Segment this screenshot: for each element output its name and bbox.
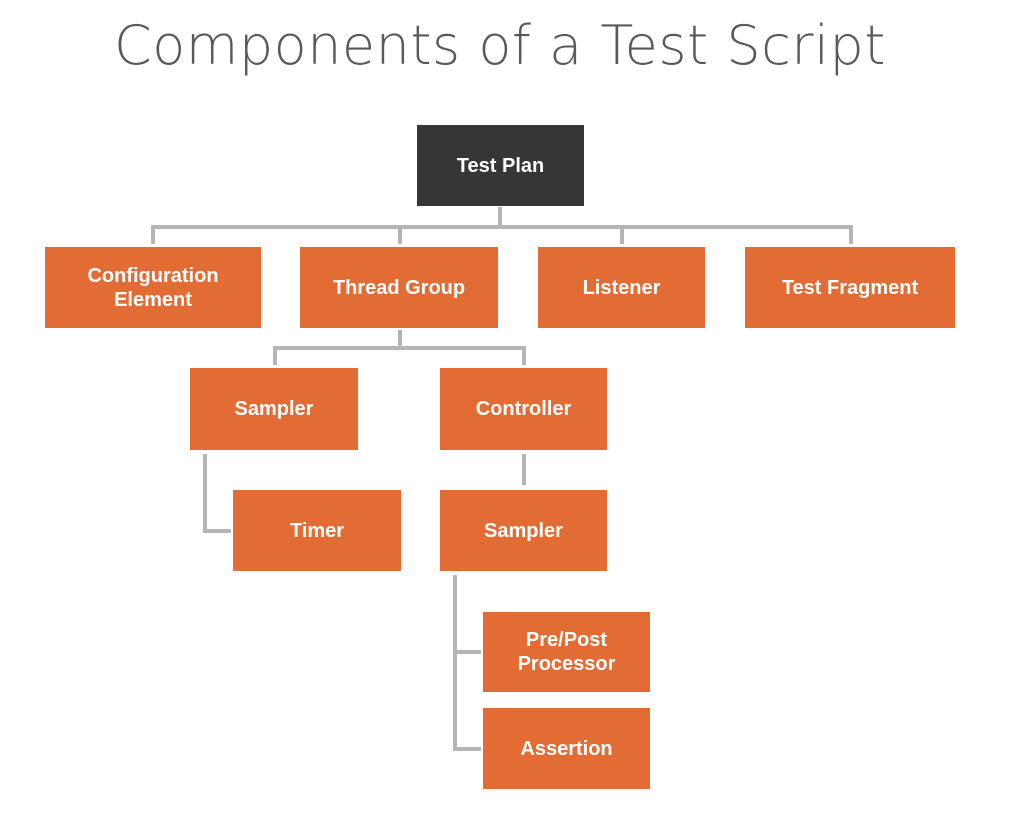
connector-config-drop	[151, 225, 155, 244]
connector-thread-bar	[273, 346, 526, 350]
node-test-plan: Test Plan	[417, 125, 584, 206]
node-controller-sampler: Sampler	[440, 490, 607, 571]
connector-sampler-timer-horizontal	[203, 529, 231, 533]
connector-sampler-children-vertical	[453, 575, 457, 751]
connector-sampler-timer-vertical	[203, 454, 207, 533]
node-test-fragment: Test Fragment	[745, 247, 955, 328]
diagram-title: Components of a Test Script	[114, 14, 886, 77]
connector-listener-drop	[620, 225, 624, 244]
node-pre-post-processor: Pre/Post Processor	[483, 612, 650, 692]
connector-thread-drop	[398, 225, 402, 244]
node-timer: Timer	[233, 490, 401, 571]
connector-fragment-drop	[849, 225, 853, 244]
node-sampler: Sampler	[190, 368, 358, 450]
node-thread-group: Thread Group	[300, 247, 498, 328]
connector-processor-horizontal	[453, 650, 481, 654]
connector-controller-drop	[522, 346, 526, 365]
node-configuration-element: Configuration Element	[45, 247, 261, 328]
node-controller: Controller	[440, 368, 607, 450]
connector-root-bar	[151, 225, 853, 229]
connector-assertion-horizontal	[453, 747, 481, 751]
connector-sampler-drop	[273, 346, 277, 365]
node-assertion: Assertion	[483, 708, 650, 789]
connector-controller-sampler	[522, 454, 526, 485]
node-listener: Listener	[538, 247, 705, 328]
